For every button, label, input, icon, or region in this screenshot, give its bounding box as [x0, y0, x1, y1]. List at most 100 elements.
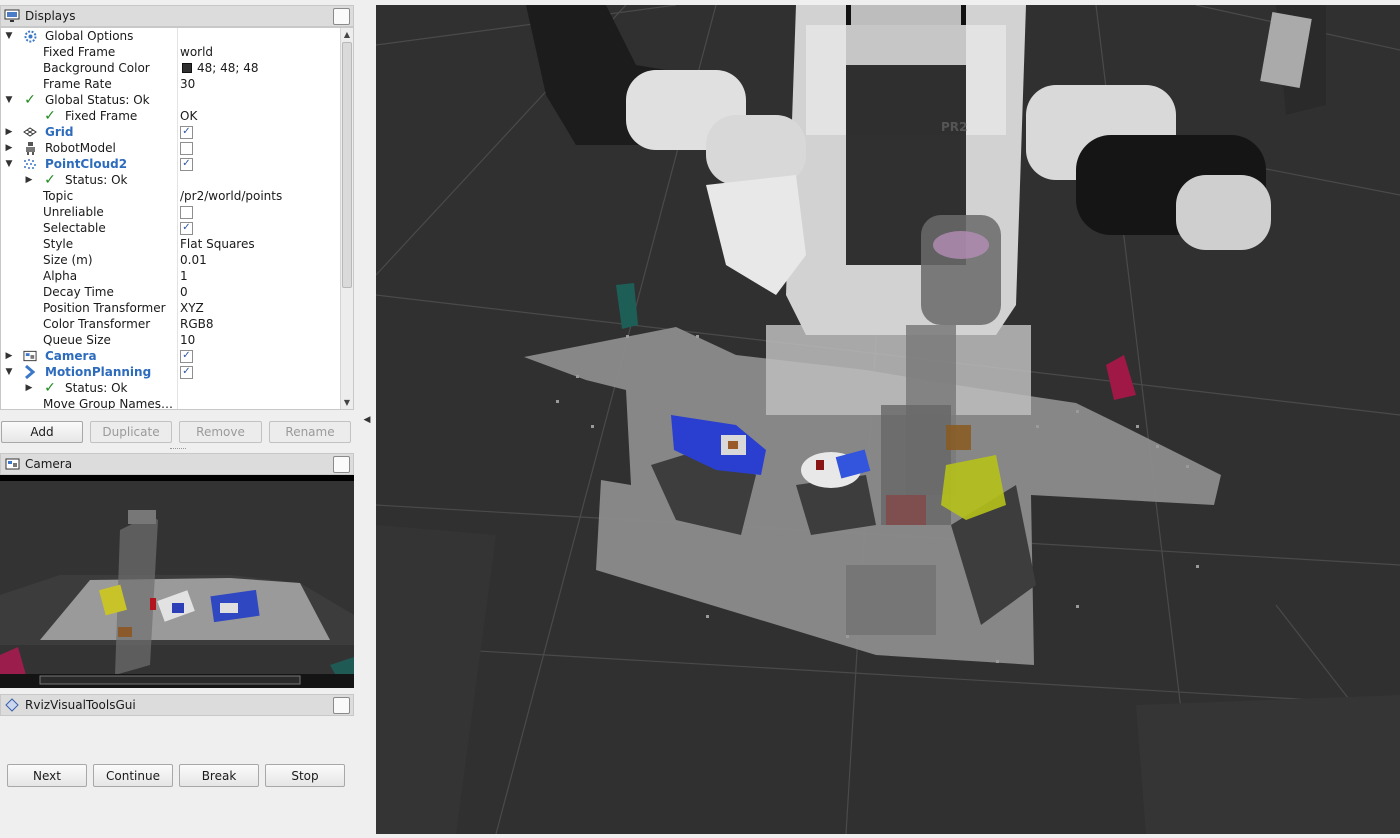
tree-row-motion-planning-status[interactable]: ▶ ✓ Status: Ok: [1, 380, 341, 396]
style-value[interactable]: Flat Squares: [180, 237, 255, 251]
tree-row-color-transformer[interactable]: Color Transformer RGB8: [1, 316, 341, 332]
displays-tree[interactable]: ▼ Global Options Fixed Frame world Backg…: [0, 27, 354, 410]
tree-row-fixed-frame-status[interactable]: ✓ Fixed Frame OK: [1, 108, 341, 124]
tree-row-alpha[interactable]: Alpha 1: [1, 268, 341, 284]
collapse-arrow-icon[interactable]: ▶: [4, 351, 14, 361]
tree-row-decay-time[interactable]: Decay Time 0: [1, 284, 341, 300]
alpha-value[interactable]: 1: [180, 269, 188, 283]
tree-label: Fixed Frame: [43, 45, 116, 59]
displays-dock-title[interactable]: Displays: [0, 5, 354, 27]
tree-row-style[interactable]: Style Flat Squares: [1, 236, 341, 252]
unreliable-checkbox[interactable]: [180, 205, 193, 219]
color-transformer-value[interactable]: RGB8: [180, 317, 214, 331]
tree-row-frame-rate[interactable]: Frame Rate 30: [1, 76, 341, 92]
scroll-up-arrow-icon[interactable]: ▲: [341, 28, 353, 41]
duplicate-button[interactable]: Duplicate: [90, 421, 172, 443]
continue-button[interactable]: Continue: [93, 764, 173, 787]
checkmark-icon: ✓: [44, 108, 56, 124]
collapse-arrow-icon[interactable]: ▶: [4, 127, 14, 137]
point-cloud-icon: [23, 157, 37, 171]
monitor-icon: [4, 9, 20, 23]
splitter-handle[interactable]: [170, 448, 186, 451]
tree-label: Fixed Frame: [65, 109, 138, 123]
tree-row-robot-model[interactable]: ▶ RobotModel: [1, 140, 341, 156]
size-value[interactable]: 0.01: [180, 253, 207, 267]
camera-enabled-checkbox[interactable]: ✓: [180, 349, 193, 363]
checkmark-icon: ✓: [24, 92, 36, 108]
tree-row-camera[interactable]: ▶ Camera ✓: [1, 348, 341, 364]
3d-render-viewport[interactable]: PR2: [376, 5, 1400, 834]
camera-dock-title[interactable]: Camera: [0, 453, 354, 475]
tree-label: Style: [43, 237, 74, 251]
robot-label: PR2: [941, 120, 967, 134]
frame-rate-value[interactable]: 30: [180, 77, 195, 91]
tree-row-unreliable[interactable]: Unreliable: [1, 204, 341, 220]
scrollbar-thumb[interactable]: [342, 42, 352, 288]
background-color-value[interactable]: 48; 48; 48: [180, 61, 259, 75]
fixed-frame-value[interactable]: world: [180, 45, 213, 59]
tree-row-grid[interactable]: ▶ Grid ✓: [1, 124, 341, 140]
next-button[interactable]: Next: [7, 764, 87, 787]
expand-arrow-icon[interactable]: ▼: [4, 95, 14, 105]
tree-row-background-color[interactable]: Background Color 48; 48; 48: [1, 60, 341, 76]
tree-label: MotionPlanning: [45, 365, 152, 379]
tree-row-selectable[interactable]: Selectable ✓: [1, 220, 341, 236]
position-transformer-value[interactable]: XYZ: [180, 301, 204, 315]
displays-float-button[interactable]: [333, 7, 350, 25]
tree-row-global-status[interactable]: ▼ ✓ Global Status: Ok: [1, 92, 341, 108]
collapse-arrow-icon[interactable]: ▶: [4, 143, 14, 153]
break-button[interactable]: Break: [179, 764, 259, 787]
fixed-frame-status-value: OK: [180, 109, 198, 123]
rviz-visual-tools-title: RvizVisualToolsGui: [25, 698, 136, 712]
grid-enabled-checkbox[interactable]: ✓: [180, 125, 193, 139]
rename-button[interactable]: Rename: [269, 421, 351, 443]
stop-button[interactable]: Stop: [265, 764, 345, 787]
expand-arrow-icon[interactable]: ▼: [4, 159, 14, 169]
topic-value[interactable]: /pr2/world/points: [180, 189, 282, 203]
3d-scene: PR2: [376, 5, 1400, 834]
robot-model-enabled-checkbox[interactable]: [180, 141, 193, 155]
expand-arrow-icon[interactable]: ▼: [4, 367, 14, 377]
scroll-down-arrow-icon[interactable]: ▼: [341, 396, 353, 409]
tree-label: Status: Ok: [65, 173, 128, 187]
rviz-visual-tools-float-button[interactable]: [333, 696, 350, 714]
selectable-checkbox[interactable]: ✓: [180, 221, 193, 235]
queue-size-value[interactable]: 10: [180, 333, 195, 347]
camera-icon: [4, 457, 20, 471]
motion-planning-icon: [23, 365, 37, 379]
displays-title: Displays: [25, 9, 76, 23]
robot-icon: [23, 141, 37, 155]
collapse-left-arrow-icon[interactable]: ◀: [362, 412, 372, 428]
tree-label: PointCloud2: [45, 157, 128, 171]
tree-row-size[interactable]: Size (m) 0.01: [1, 252, 341, 268]
collapse-arrow-icon[interactable]: ▶: [24, 175, 34, 185]
tree-row-position-transformer[interactable]: Position Transformer XYZ: [1, 300, 341, 316]
tree-label: Grid: [45, 125, 74, 139]
tree-label: Global Status: Ok: [45, 93, 150, 107]
tree-label: Color Transformer: [43, 317, 151, 331]
displays-button-row: Add Duplicate Remove Rename: [0, 421, 356, 443]
tree-row-topic[interactable]: Topic /pr2/world/points: [1, 188, 341, 204]
tree-label: Background Color: [43, 61, 150, 75]
tree-row-pointcloud2[interactable]: ▼ PointCloud2 ✓: [1, 156, 341, 172]
checkmark-icon: ✓: [44, 380, 56, 396]
add-button[interactable]: Add: [1, 421, 83, 443]
camera-float-button[interactable]: [333, 455, 350, 473]
expand-arrow-icon[interactable]: ▼: [4, 31, 14, 41]
tree-row-move-group-names[interactable]: Move Group Names…: [1, 396, 341, 409]
tree-row-motion-planning[interactable]: ▼ MotionPlanning ✓: [1, 364, 341, 380]
background-color-text: 48; 48; 48: [197, 61, 259, 75]
tree-row-pointcloud-status[interactable]: ▶ ✓ Status: Ok: [1, 172, 341, 188]
rviz-visual-tools-dock-title[interactable]: RvizVisualToolsGui: [0, 694, 354, 716]
tree-label: Decay Time: [43, 285, 114, 299]
pointcloud2-enabled-checkbox[interactable]: ✓: [180, 157, 193, 171]
collapse-arrow-icon[interactable]: ▶: [24, 383, 34, 393]
tree-row-queue-size[interactable]: Queue Size 10: [1, 332, 341, 348]
remove-button[interactable]: Remove: [179, 421, 262, 443]
tree-row-fixed-frame[interactable]: Fixed Frame world: [1, 44, 341, 60]
motion-planning-enabled-checkbox[interactable]: ✓: [180, 365, 193, 379]
tree-scrollbar[interactable]: ▲ ▼: [340, 28, 353, 409]
camera-image-view[interactable]: [0, 475, 354, 688]
tree-row-global-options[interactable]: ▼ Global Options: [1, 28, 341, 44]
decay-time-value[interactable]: 0: [180, 285, 188, 299]
